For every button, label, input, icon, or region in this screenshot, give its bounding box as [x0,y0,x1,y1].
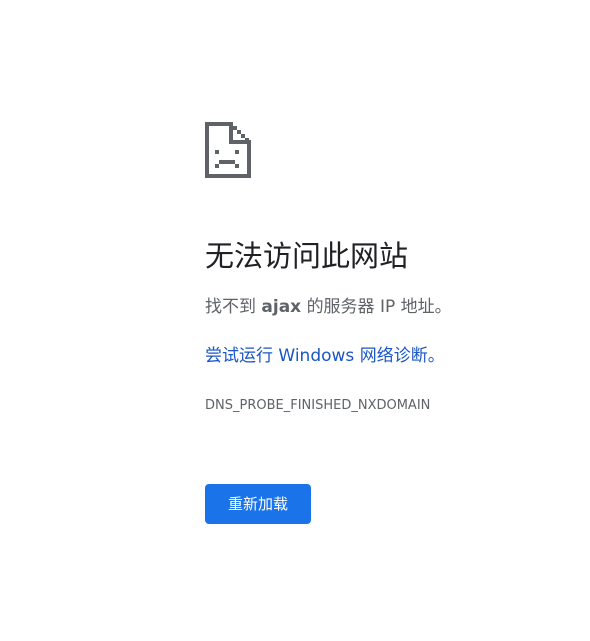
error-code: DNS_PROBE_FINISHED_NXDOMAIN [205,398,431,413]
summary-prefix: 找不到 [205,297,256,317]
page-title: 无法访问此网站 [205,239,409,273]
network-diagnostics-link[interactable]: 尝试运行 Windows 网络诊断。 [205,343,445,369]
sad-page-icon [205,122,251,178]
error-summary: 找不到 ajax 的服务器 IP 地址。 [205,294,452,320]
reload-button[interactable]: 重新加载 [205,484,311,524]
summary-suffix: 的服务器 IP 地址。 [306,297,452,317]
host-name: ajax [261,297,302,317]
